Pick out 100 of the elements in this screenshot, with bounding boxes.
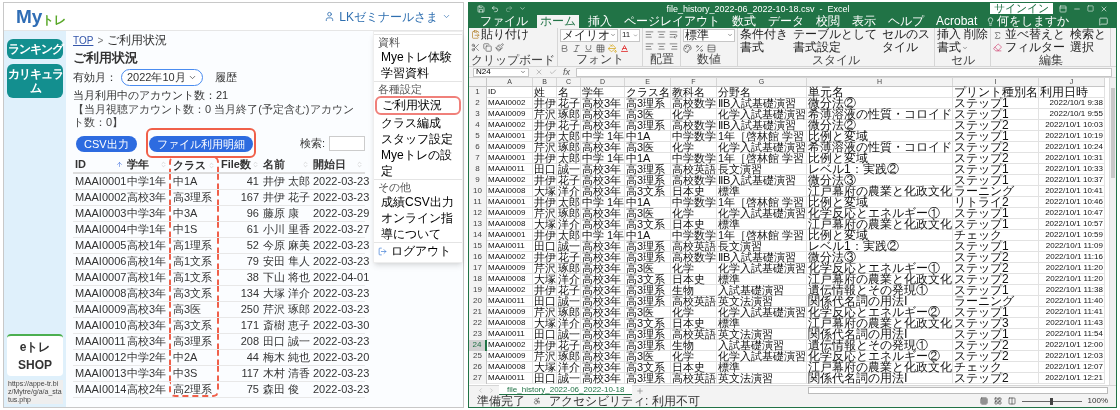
history-link[interactable]: 履歴 (214, 69, 237, 86)
close-icon[interactable] (1100, 4, 1108, 13)
tell-me-field[interactable]: 何をしますか (997, 15, 1070, 28)
row-number[interactable]: 6 (469, 142, 487, 153)
font-color-icon[interactable] (620, 43, 629, 53)
wrap-text-icon[interactable] (669, 30, 678, 39)
menu-item[interactable]: Myeトレの設定 (374, 147, 462, 179)
cells-button[interactable]: 書式 (937, 41, 988, 54)
eraser-icon[interactable] (993, 42, 1002, 52)
copy-icon[interactable] (483, 43, 492, 52)
row-number[interactable]: 14 (469, 230, 487, 241)
menu-item[interactable]: 学習資料 (374, 65, 462, 81)
month-select[interactable]: 2022年10月 (121, 69, 203, 86)
ribbon-tab[interactable]: ホーム (537, 15, 579, 28)
add-sheet-icon[interactable] (636, 386, 645, 395)
sidebar-button[interactable]: カリキュラム (7, 64, 63, 98)
shop-logo[interactable]: eトレSHOP (7, 334, 63, 376)
cells-button[interactable]: 挿入 (937, 28, 961, 41)
search-field[interactable] (329, 135, 365, 151)
row-number[interactable]: 3 (469, 109, 487, 120)
border-icon[interactable] (596, 43, 605, 53)
breadcrumb-link[interactable]: TOP (73, 32, 94, 48)
ribbon-tab[interactable]: 表示 (849, 15, 879, 28)
name-box[interactable]: N24 (473, 67, 529, 77)
cancel-icon[interactable] (535, 68, 543, 76)
row-number[interactable]: 4 (469, 120, 487, 131)
column-header[interactable]: File数 (219, 156, 261, 172)
accessibility-status[interactable]: アクセシビリティ: 利用不可 (549, 395, 700, 407)
sidebar-button[interactable]: ランキング (7, 39, 63, 59)
row-number[interactable]: 10 (469, 186, 487, 197)
row-number[interactable]: 1 (469, 87, 487, 98)
cells-button[interactable]: 削除 (964, 28, 988, 41)
italic-icon[interactable] (572, 43, 581, 53)
bold-icon[interactable] (560, 43, 569, 53)
sum-icon[interactable] (993, 30, 1002, 40)
row-number[interactable]: 20 (469, 296, 487, 307)
column-header[interactable]: 学年 (125, 156, 169, 172)
row-number[interactable]: 15 (469, 241, 487, 252)
scissors-icon[interactable] (471, 43, 480, 52)
page-break-icon[interactable] (1007, 397, 1016, 405)
align-right-icon[interactable] (669, 42, 678, 51)
maximize-icon[interactable] (1087, 5, 1094, 12)
paste-button[interactable]: 貼り付け (471, 28, 529, 41)
font-name-field[interactable]: メイリオ (560, 28, 618, 42)
row-number[interactable]: 21 (469, 307, 487, 318)
row-number[interactable]: 5 (469, 131, 487, 142)
row-number[interactable]: 23 (469, 329, 487, 340)
row-number[interactable]: 22 (469, 318, 487, 329)
insert-function-button[interactable]: fx (563, 67, 570, 77)
cell-styles-button[interactable]: セルのスタイル (882, 28, 932, 54)
paintbrush-icon[interactable] (495, 43, 504, 52)
row-number[interactable]: 7 (469, 153, 487, 164)
ribbon-tab[interactable]: ページレイアウト (621, 15, 723, 28)
row-number[interactable]: 26 (469, 362, 487, 373)
page-layout-icon[interactable] (993, 397, 1002, 405)
customize-icon[interactable] (519, 5, 526, 12)
find-select-button[interactable]: 検索と選択 (1070, 28, 1108, 54)
undo-icon[interactable] (491, 4, 499, 13)
horizontal-scrollbar[interactable] (808, 387, 1108, 394)
font-size-field[interactable]: 11 (620, 28, 640, 42)
menu-item[interactable]: Myeトレ体験 (374, 49, 462, 65)
ribbon-tab[interactable]: データ (765, 15, 807, 28)
underline-icon[interactable] (584, 43, 593, 53)
column-header[interactable]: ID (73, 156, 125, 172)
column-header[interactable]: クラス (169, 156, 219, 172)
row-number[interactable]: 13 (469, 219, 487, 230)
menu-item[interactable]: オンライン指導について (374, 210, 462, 242)
conditional-format-button[interactable]: 条件付き書式 (740, 28, 790, 54)
menu-item[interactable]: ご利用状況 (375, 96, 461, 115)
check-icon[interactable] (549, 68, 557, 76)
formula-field[interactable] (576, 67, 1112, 77)
row-number[interactable]: 27 (469, 373, 487, 384)
align-center-icon[interactable] (657, 42, 666, 51)
user-menu[interactable]: LKゼミナールさま (324, 7, 451, 26)
action-button[interactable]: CSV出力 (76, 136, 137, 152)
save-icon[interactable] (477, 4, 485, 13)
sort-filter-button[interactable]: 並べ替えとフィルター (1005, 28, 1067, 54)
row-number[interactable]: 19 (469, 285, 487, 296)
row-number[interactable]: 18 (469, 274, 487, 285)
ribbon-tab[interactable]: Acrobat (933, 15, 981, 28)
fill-color-icon[interactable] (608, 43, 617, 53)
site-logo[interactable]: My トレ (16, 7, 67, 26)
action-button[interactable]: ファイル利用明細 (148, 136, 253, 152)
percent-icon[interactable] (695, 43, 704, 53)
column-header[interactable]: 名前 (261, 156, 311, 172)
menu-item[interactable]: 成績CSV出力 (374, 194, 462, 210)
vertical-scrollbar[interactable] (1109, 78, 1116, 385)
row-number[interactable]: 12 (469, 208, 487, 219)
align-left-icon[interactable] (645, 42, 654, 51)
row-number[interactable]: 25 (469, 351, 487, 362)
column-header[interactable]: 開始日 (311, 156, 365, 172)
ribbon-tab[interactable]: ヘルプ (885, 15, 927, 28)
ribbon-display-icon[interactable] (1059, 4, 1067, 13)
row-number[interactable]: 11 (469, 197, 487, 208)
ribbon-tab[interactable]: 挿入 (585, 15, 615, 28)
ribbon-tab[interactable]: 校閲 (813, 15, 843, 28)
row-number[interactable]: 8 (469, 164, 487, 175)
zoom-thumb[interactable] (1050, 397, 1054, 405)
align-middle-icon[interactable] (657, 30, 666, 39)
menu-item[interactable]: クラス編成 (374, 115, 462, 131)
